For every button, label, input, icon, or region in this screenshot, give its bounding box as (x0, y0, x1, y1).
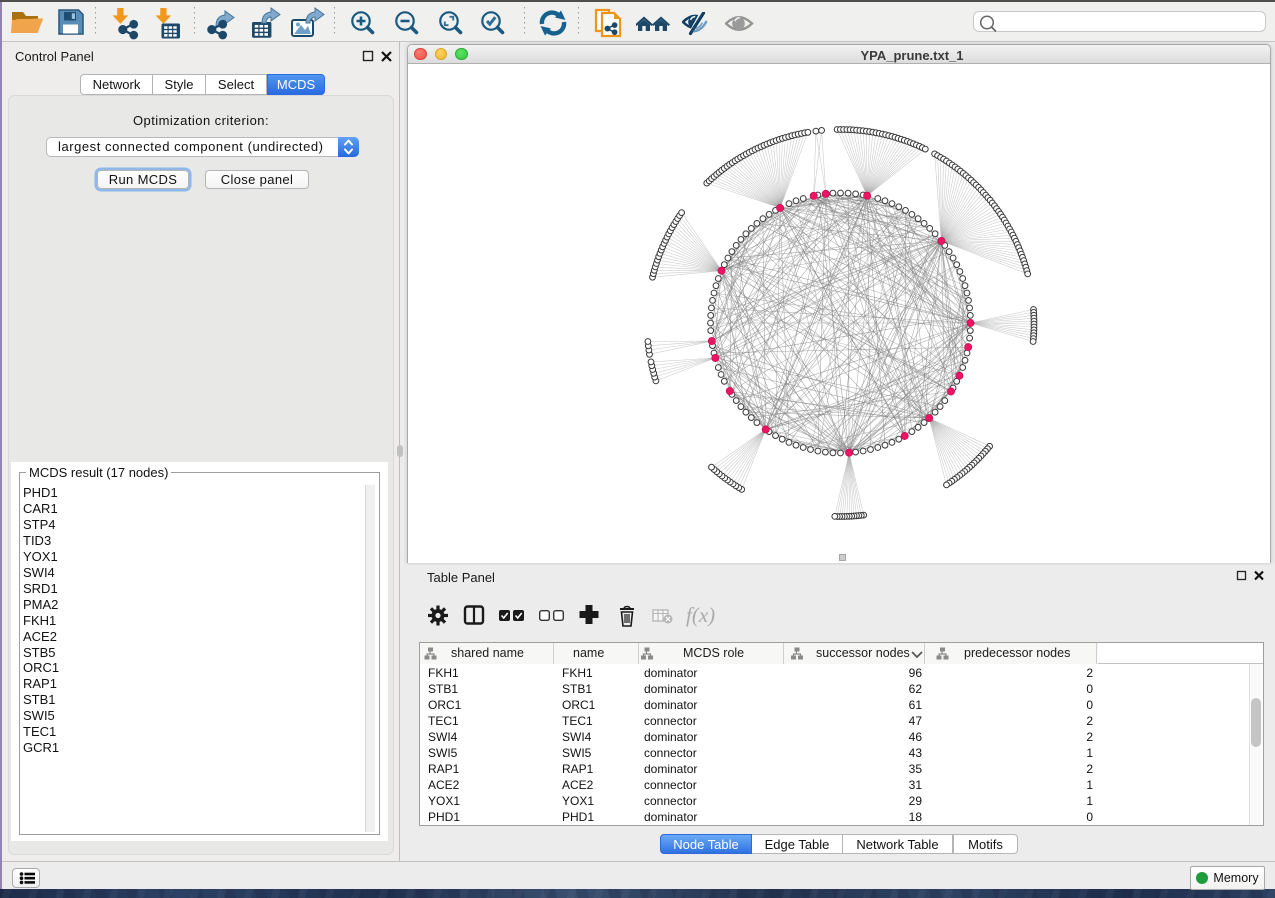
svg-text:f(x): f(x) (686, 603, 715, 627)
